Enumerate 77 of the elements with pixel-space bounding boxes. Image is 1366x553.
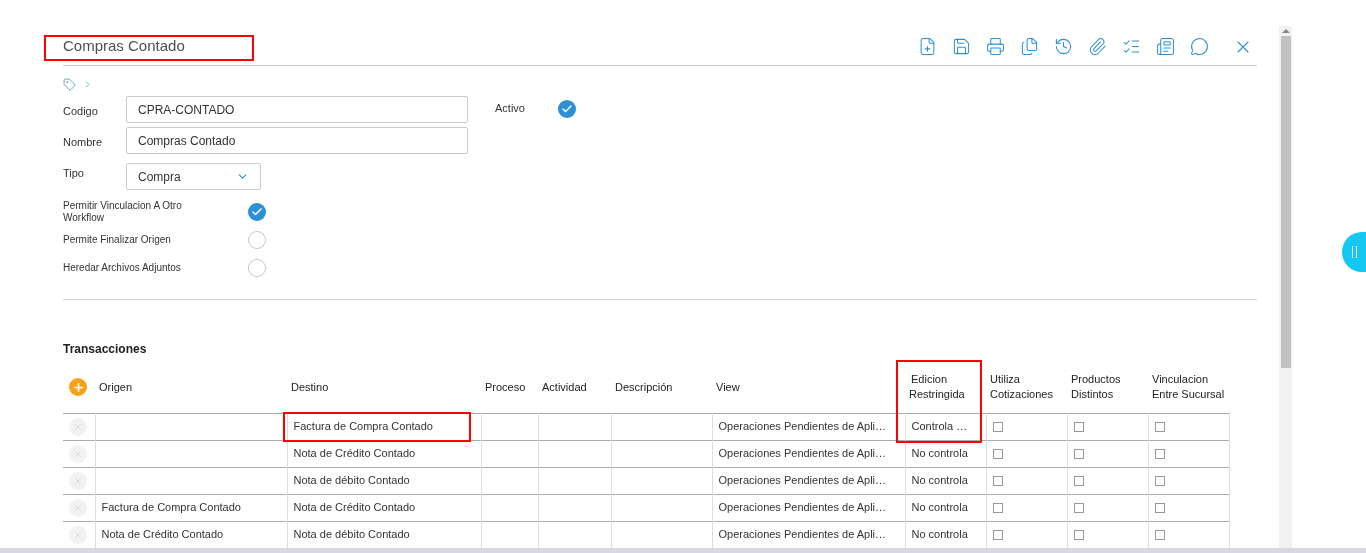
x-icon [73,421,83,432]
section-title: Transacciones [63,341,148,358]
x-icon [73,475,83,486]
paperclip-icon[interactable] [1087,36,1107,57]
unchecked-toggle[interactable] [248,259,266,277]
checkbox[interactable] [1073,449,1084,460]
text-field[interactable]: Compras Contado [126,127,468,154]
checkbox[interactable] [992,422,1003,433]
checked-toggle[interactable] [558,100,576,118]
column-header: Descripción [615,380,673,393]
speech-bubble-icon[interactable] [1189,36,1209,57]
checked-toggle[interactable] [248,203,266,221]
column-header: Origen [99,380,133,393]
checkbox[interactable] [992,449,1003,460]
option-label: Permite Finalizar Origen [63,234,172,246]
column-header: Destino [291,380,329,393]
checkbox[interactable] [1154,503,1165,514]
option-label: Permitir Vinculacion A Otro Workflow [63,200,183,224]
checkbox[interactable] [1073,422,1084,433]
field-label: Nombre [63,135,104,150]
table-cell: Operaciones Pendientes de Apli… [718,447,887,460]
checkbox[interactable] [1073,503,1084,514]
scrollbar[interactable] [1279,26,1292,548]
table-cell: Controla … [911,420,968,433]
column-header: Vinculacion Entre Sucursal [1152,373,1225,401]
add-button[interactable] [69,378,87,397]
table-cell: Nota de débito Contado [293,474,410,487]
tag-icon[interactable] [63,78,76,91]
checkbox[interactable] [1154,422,1165,433]
side-panel-handle[interactable] [1342,232,1366,272]
checkbox[interactable] [1154,530,1165,541]
save-icon[interactable] [951,36,971,57]
type-select[interactable]: Compra [126,163,261,190]
table-cell: Factura de Compra Contado [101,501,241,514]
table-cell: Operaciones Pendientes de Apli… [718,501,887,514]
checkbox[interactable] [1073,530,1084,541]
checkbox[interactable] [1154,449,1165,460]
option-label: Heredar Archivos Adjuntos [63,262,182,274]
field-label: Activo [495,101,526,116]
column-header: Utiliza Cotizaciones [990,373,1053,401]
table-cell: No controla [911,447,968,460]
field-label: Tipo [63,166,85,181]
copy-icon[interactable] [1019,36,1039,57]
column-header: Proceso [485,380,526,393]
table-cell: Operaciones Pendientes de Apli… [718,528,887,541]
column-header: View [716,380,740,393]
table-cell: Operaciones Pendientes de Apli… [718,474,887,487]
x-icon [73,448,83,459]
column-header: Edicion Restringida [909,373,965,401]
table-cell: Nota de Crédito Contado [101,528,224,541]
table-cell: Nota de Crédito Contado [293,501,416,514]
newspaper-icon[interactable] [1155,36,1175,57]
table-cell: Nota de débito Contado [293,528,410,541]
checkbox[interactable] [1154,476,1165,487]
table-cell: No controla [911,528,968,541]
table-cell: Operaciones Pendientes de Apli… [718,420,887,433]
checkbox[interactable] [1073,476,1084,487]
checkbox[interactable] [992,476,1003,487]
unchecked-toggle[interactable] [248,231,266,249]
column-header: Actividad [542,380,587,393]
print-icon[interactable] [985,36,1005,57]
column-header: Productos Distintos [1071,373,1121,401]
history-icon[interactable] [1053,36,1073,57]
plus-icon [71,380,85,394]
page-title: Compras Contado [63,36,185,57]
x-icon [73,529,83,540]
check-icon [251,206,263,218]
x-icon [73,502,83,513]
table-cell: No controla [911,474,968,487]
checkbox[interactable] [992,530,1003,541]
table-cell: Factura de Compra Contado [293,420,433,433]
table-cell: No controla [911,501,968,514]
table-cell: Nota de Crédito Contado [293,447,416,460]
field-label: Codigo [63,104,99,119]
check-icon [561,103,573,115]
text-field[interactable]: CPRA-CONTADO [126,96,468,123]
checkbox[interactable] [992,503,1003,514]
